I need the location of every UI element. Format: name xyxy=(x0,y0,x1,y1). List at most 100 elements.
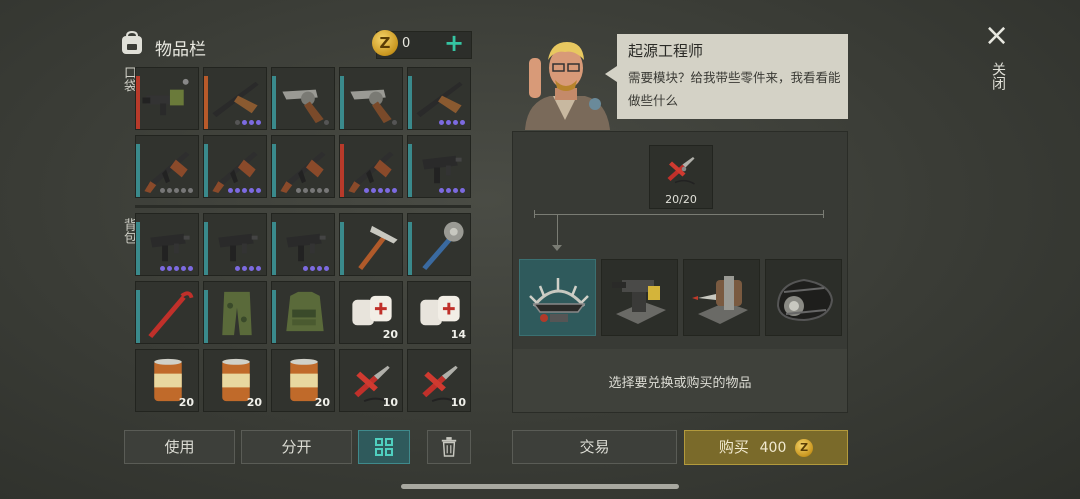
durability-bar xyxy=(204,290,208,343)
drill-machine-icon xyxy=(692,276,748,324)
upgrade-dot xyxy=(310,188,315,193)
inventory-title: 物品栏 xyxy=(155,40,206,60)
sort-grid-button[interactable] xyxy=(358,430,410,464)
pocket-slot[interactable] xyxy=(135,67,199,130)
upgrade-dot xyxy=(392,188,397,193)
upgrade-dot xyxy=(439,120,444,125)
pocket-slot[interactable] xyxy=(203,135,267,198)
smg-icon xyxy=(218,233,258,262)
add-coins-button[interactable]: + xyxy=(444,29,464,57)
upgrade-dots xyxy=(392,120,397,125)
backpack-slot[interactable]: 20 xyxy=(135,349,199,412)
backpack-slot[interactable]: 10 xyxy=(339,349,403,412)
durability-bar xyxy=(136,144,140,197)
upgrade-dot xyxy=(242,188,247,193)
backpack-slot[interactable] xyxy=(135,281,199,344)
npc-dialogue: 需要模块？给我带些零件来，我看看能做些什么 xyxy=(628,70,841,108)
upgrade-dots xyxy=(364,188,397,193)
upgrade-dot xyxy=(249,188,254,193)
coin-icon: Z xyxy=(795,438,814,457)
durability-bar xyxy=(136,222,140,275)
backpack-slot[interactable]: 14 xyxy=(407,281,471,344)
selection-hint: 选择要兑换或购买的物品 xyxy=(608,376,752,391)
backpack-slot[interactable] xyxy=(407,213,471,276)
pocket-slot[interactable] xyxy=(135,135,199,198)
upgrade-dot xyxy=(256,120,261,125)
close-label[interactable]: 关闭 xyxy=(988,62,1008,90)
item-quantity: 20 xyxy=(246,396,262,409)
backpack-slot[interactable] xyxy=(135,213,199,276)
npc-name: 起源工程师 xyxy=(628,42,704,60)
pocket-slot[interactable] xyxy=(339,135,403,198)
pocket-slot[interactable] xyxy=(271,67,335,130)
durability-bar xyxy=(136,76,140,129)
buy-button[interactable]: 购买 400 Z xyxy=(684,430,848,465)
durability-bar xyxy=(136,290,140,343)
buy-label: 购买 xyxy=(718,438,749,456)
grenade-launcher-icon xyxy=(142,78,189,116)
craft-option-spiked-frame[interactable] xyxy=(519,259,596,336)
upgrade-dots xyxy=(235,120,261,125)
craft-option-turret[interactable] xyxy=(601,259,678,336)
backpack-slot[interactable] xyxy=(203,281,267,344)
upgrade-dots xyxy=(296,188,329,193)
backpack-slot[interactable]: 20 xyxy=(339,281,403,344)
pocket-slot[interactable] xyxy=(407,67,471,130)
smg-icon xyxy=(286,233,326,262)
backpack-slot[interactable]: 10 xyxy=(407,349,471,412)
pocket-slot[interactable] xyxy=(407,135,471,198)
upgrade-dots xyxy=(160,188,193,193)
backpack-slot[interactable] xyxy=(271,213,335,276)
crowbar-icon xyxy=(148,291,194,339)
tree-line xyxy=(823,210,824,218)
item-quantity: 20 xyxy=(382,328,398,341)
revolver-icon xyxy=(282,89,324,124)
pocket-slot[interactable] xyxy=(203,67,267,130)
saw-mace-icon xyxy=(422,221,464,271)
upgrade-dot xyxy=(242,120,247,125)
upgrade-dot xyxy=(235,266,240,271)
durability-bar xyxy=(272,222,276,275)
durability-bar xyxy=(272,76,276,129)
revolver-icon xyxy=(350,89,392,124)
upgrade-dots xyxy=(303,266,329,271)
backpack-slot[interactable] xyxy=(203,213,267,276)
coin-amount: 0 xyxy=(402,36,411,51)
upgrade-dot xyxy=(303,266,308,271)
upgrade-dot xyxy=(249,120,254,125)
backpack-slot[interactable]: 20 xyxy=(271,349,335,412)
durability-bar xyxy=(340,144,344,197)
backpack-slot[interactable]: 20 xyxy=(203,349,267,412)
delete-button[interactable] xyxy=(427,430,471,464)
upgrade-dot xyxy=(310,266,315,271)
craft-option-track[interactable] xyxy=(765,259,842,336)
required-count: 20/20 xyxy=(665,193,697,206)
section-divider xyxy=(135,205,471,208)
trade-button[interactable]: 交易 xyxy=(512,430,677,464)
home-indicator xyxy=(401,484,679,489)
grid-icon xyxy=(375,438,393,456)
backpack-slot[interactable] xyxy=(271,281,335,344)
upgrade-dot xyxy=(385,188,390,193)
upgrade-dot xyxy=(174,266,179,271)
upgrade-dot xyxy=(317,188,322,193)
tree-arrow-icon xyxy=(552,245,562,251)
use-button[interactable]: 使用 xyxy=(124,430,235,464)
craft-option-drill[interactable] xyxy=(683,259,760,336)
split-button[interactable]: 分开 xyxy=(241,430,352,464)
durability-bar xyxy=(340,76,344,129)
upgrade-dot xyxy=(453,120,458,125)
upgrade-dot xyxy=(249,266,254,271)
shotgun-icon xyxy=(212,81,259,118)
backpack-slot[interactable] xyxy=(339,213,403,276)
pocket-slot[interactable] xyxy=(339,67,403,130)
upgrade-dot xyxy=(460,188,465,193)
backpack-icon xyxy=(122,30,142,54)
pocket-slot[interactable] xyxy=(271,135,335,198)
upgrade-dot xyxy=(446,120,451,125)
assault-rifle-icon xyxy=(212,151,258,194)
close-icon[interactable]: × xyxy=(984,18,1009,53)
durability-bar xyxy=(408,76,412,129)
upgrade-dot xyxy=(324,120,329,125)
trash-icon xyxy=(441,437,457,457)
